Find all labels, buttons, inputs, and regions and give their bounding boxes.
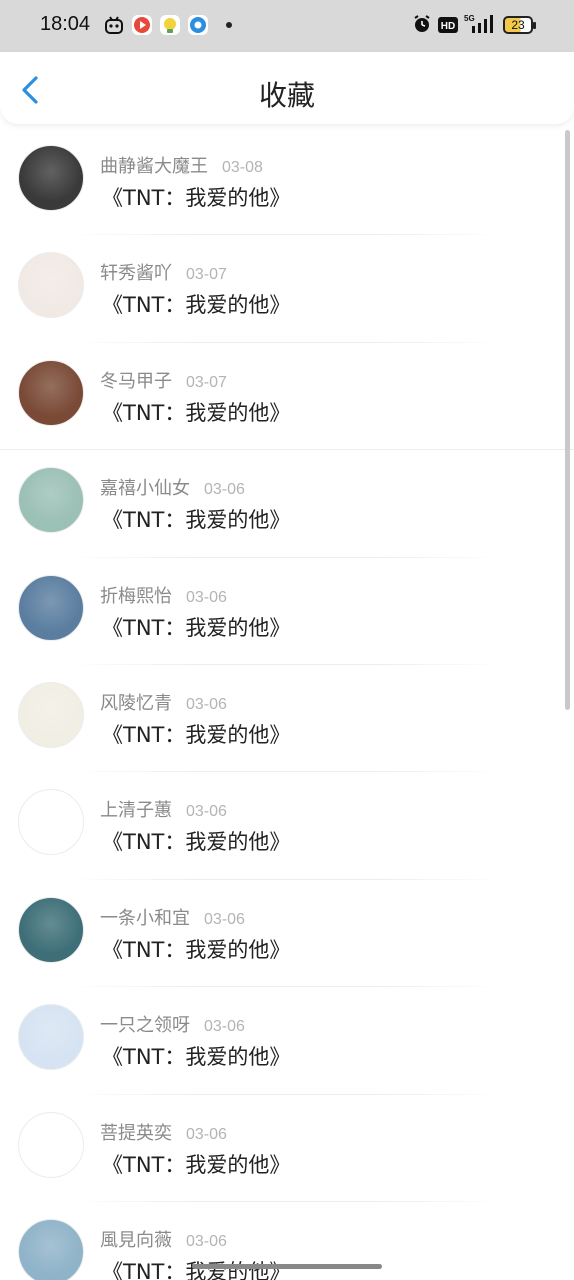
svg-text:5G: 5G [464,14,475,23]
book-title[interactable]: 《TNT：我爱的他》 [102,504,290,534]
user-name-text: 一条小和宜 [100,907,190,929]
avatar[interactable] [18,145,84,211]
favorite-date: 03-06 [186,588,227,606]
user-name-text: 一只之领呀 [100,1015,190,1037]
user-name[interactable]: 一只之领呀 03-06 [100,1011,245,1037]
list-item[interactable]: 曲静酱大魔王 03-08 《TNT：我爱的他》 [0,128,574,236]
book-title[interactable]: 《TNT：我爱的他》 [102,289,290,319]
avatar[interactable] [18,359,84,426]
avatar[interactable] [18,1111,84,1178]
list-item[interactable]: 一只之领呀 03-06 《TNT：我爱的他》 [0,987,574,1095]
user-name-text: 风陵忆青 [100,692,172,714]
status-time: 18:04 [40,13,91,35]
favorite-date: 03-06 [204,910,245,928]
home-indicator[interactable] [192,1264,382,1269]
status-bar: 18:04 HD 5G 23 [0,0,574,52]
user-name-text: 上清子蕙 [100,800,172,822]
user-name[interactable]: 冬马甲子 03-07 [100,367,227,393]
user-name[interactable]: 嘉禧小仙女 03-06 [100,474,245,500]
list-item[interactable]: 嘉禧小仙女 03-06 《TNT：我爱的他》 [0,450,574,558]
book-title[interactable]: 《TNT：我爱的他》 [102,934,290,964]
svg-text:HD: HD [441,21,455,32]
favorite-date: 03-07 [186,373,227,391]
book-title[interactable]: 《TNT：我爱的他》 [102,182,290,212]
book-title[interactable]: 《TNT：我爱的他》 [102,397,290,427]
more-notifications-dot [226,22,232,28]
user-name[interactable]: 一条小和宜 03-06 [100,904,245,930]
list-item[interactable]: 风陵忆青 03-06 《TNT：我爱的他》 [0,665,574,773]
avatar[interactable] [18,1218,84,1280]
favorite-date: 03-06 [186,803,227,821]
favorite-date: 03-08 [222,159,263,176]
user-name-text: 曲静酱大魔王 [100,156,208,177]
list-item[interactable]: 冬马甲子 03-07 《TNT：我爱的他》 [0,343,574,451]
user-name-text: 風見向薇 [100,1229,172,1251]
browser-app-icon [188,15,208,35]
favorite-date: 03-06 [204,481,245,499]
list-item[interactable]: 一条小和宜 03-06 《TNT：我爱的他》 [0,880,574,988]
5g-signal-icon: 5G [462,13,496,39]
avatar[interactable] [18,467,84,534]
battery-icon: 23 [503,16,536,34]
video-app-icon [132,15,152,35]
user-name-text: 轩秀酱吖 [100,263,172,285]
avatar[interactable] [18,896,84,963]
user-name-text: 折梅熙怡 [100,585,172,607]
user-name[interactable]: 風見向薇 03-06 [100,1226,227,1252]
avatar[interactable] [18,789,84,856]
list-item[interactable]: 折梅熙怡 03-06 《TNT：我爱的他》 [0,558,574,665]
avatar[interactable] [18,681,84,748]
favorite-date: 03-06 [186,1125,227,1143]
favorite-date: 03-06 [186,1232,227,1250]
list-item[interactable]: 上清子蕙 03-06 《TNT：我爱的他》 [0,772,574,880]
avatar[interactable] [18,1004,84,1071]
scrollbar[interactable] [565,130,570,710]
user-name[interactable]: 曲静酱大魔王 03-08 [100,152,263,178]
user-name[interactable]: 风陵忆青 03-06 [100,689,227,715]
favorite-date: 03-06 [186,695,227,713]
avatar[interactable] [18,252,84,319]
user-name[interactable]: 轩秀酱吖 03-07 [100,259,227,285]
user-name[interactable]: 折梅熙怡 03-06 [100,582,227,608]
alarm-icon [412,14,432,38]
book-title[interactable]: 《TNT：我爱的他》 [102,719,290,749]
bulb-app-icon [160,15,180,35]
user-name[interactable]: 菩提英奕 03-06 [100,1119,227,1145]
list-item[interactable]: 轩秀酱吖 03-07 《TNT：我爱的他》 [0,235,574,343]
page-title: 收藏 [258,79,315,112]
favorite-date: 03-07 [186,266,227,284]
user-name-text: 菩提英奕 [100,1122,172,1144]
favorite-date: 03-06 [204,1018,245,1036]
book-title[interactable]: 《TNT：我爱的他》 [102,1149,290,1179]
hd-icon: HD [438,16,458,38]
favorites-list[interactable]: 曲静酱大魔王 03-08 《TNT：我爱的他》 轩秀酱吖 03-07 《TNT：我爱的他》… [0,128,574,1280]
book-title[interactable]: 《TNT：我爱的他》 [102,826,290,856]
avatar[interactable] [18,574,84,641]
book-title[interactable]: 《TNT：我爱的他》 [102,1041,290,1071]
app-notification-icon [104,15,124,35]
list-item[interactable]: 菩提英奕 03-06 《TNT：我爱的他》 [0,1095,574,1202]
user-name-text: 冬马甲子 [100,370,172,392]
header-bar: 收藏 [0,52,574,124]
user-name-text: 嘉禧小仙女 [100,478,190,500]
user-name[interactable]: 上清子蕙 03-06 [100,796,227,822]
book-title[interactable]: 《TNT：我爱的他》 [102,612,290,642]
